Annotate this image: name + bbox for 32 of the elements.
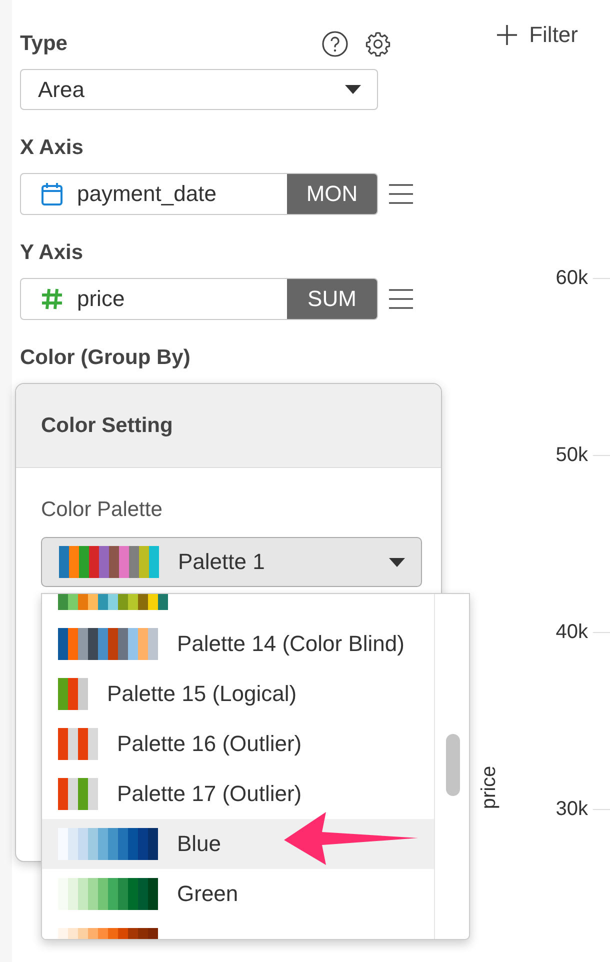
section-label: Type	[20, 32, 68, 56]
scrollbar-thumb[interactable]	[446, 734, 460, 796]
palette-select[interactable]: Palette 1	[41, 537, 422, 587]
axis-tick-label: 60k	[556, 266, 588, 290]
aggregation-button[interactable]: SUM	[287, 279, 377, 319]
palette-swatch	[58, 728, 98, 760]
filter-button[interactable]: Filter	[497, 22, 578, 48]
axis-title: price	[478, 766, 502, 810]
popover-title: Color Setting	[41, 414, 173, 438]
axis-tick-label: 30k	[556, 798, 588, 820]
field-chip[interactable]: price SUM	[20, 278, 378, 320]
field-chip[interactable]: payment_date MON	[20, 173, 378, 215]
chart-type-select[interactable]: Area	[20, 69, 378, 110]
section-label: X Axis	[20, 136, 84, 160]
menu-icon[interactable]	[388, 288, 414, 310]
hash-icon	[41, 288, 63, 310]
caret-icon	[345, 85, 361, 94]
axis-tick-label: 40k	[556, 620, 588, 644]
menu-icon[interactable]	[388, 183, 414, 205]
caret-icon	[389, 558, 405, 566]
section-label: Color (Group By)	[20, 346, 190, 370]
settings-icon[interactable]	[364, 30, 392, 58]
aggregation-button[interactable]: MON	[287, 174, 377, 214]
help-icon[interactable]	[322, 31, 348, 57]
palette-swatch	[58, 678, 88, 710]
palette-option[interactable]: Blue	[42, 819, 434, 869]
calendar-icon	[41, 182, 63, 206]
section-label: Y Axis	[20, 241, 84, 265]
field-label: Color Palette	[41, 498, 164, 522]
palette-swatch	[58, 778, 98, 810]
plus-icon	[497, 25, 518, 45]
axis-tick-label: 50k	[556, 444, 588, 466]
